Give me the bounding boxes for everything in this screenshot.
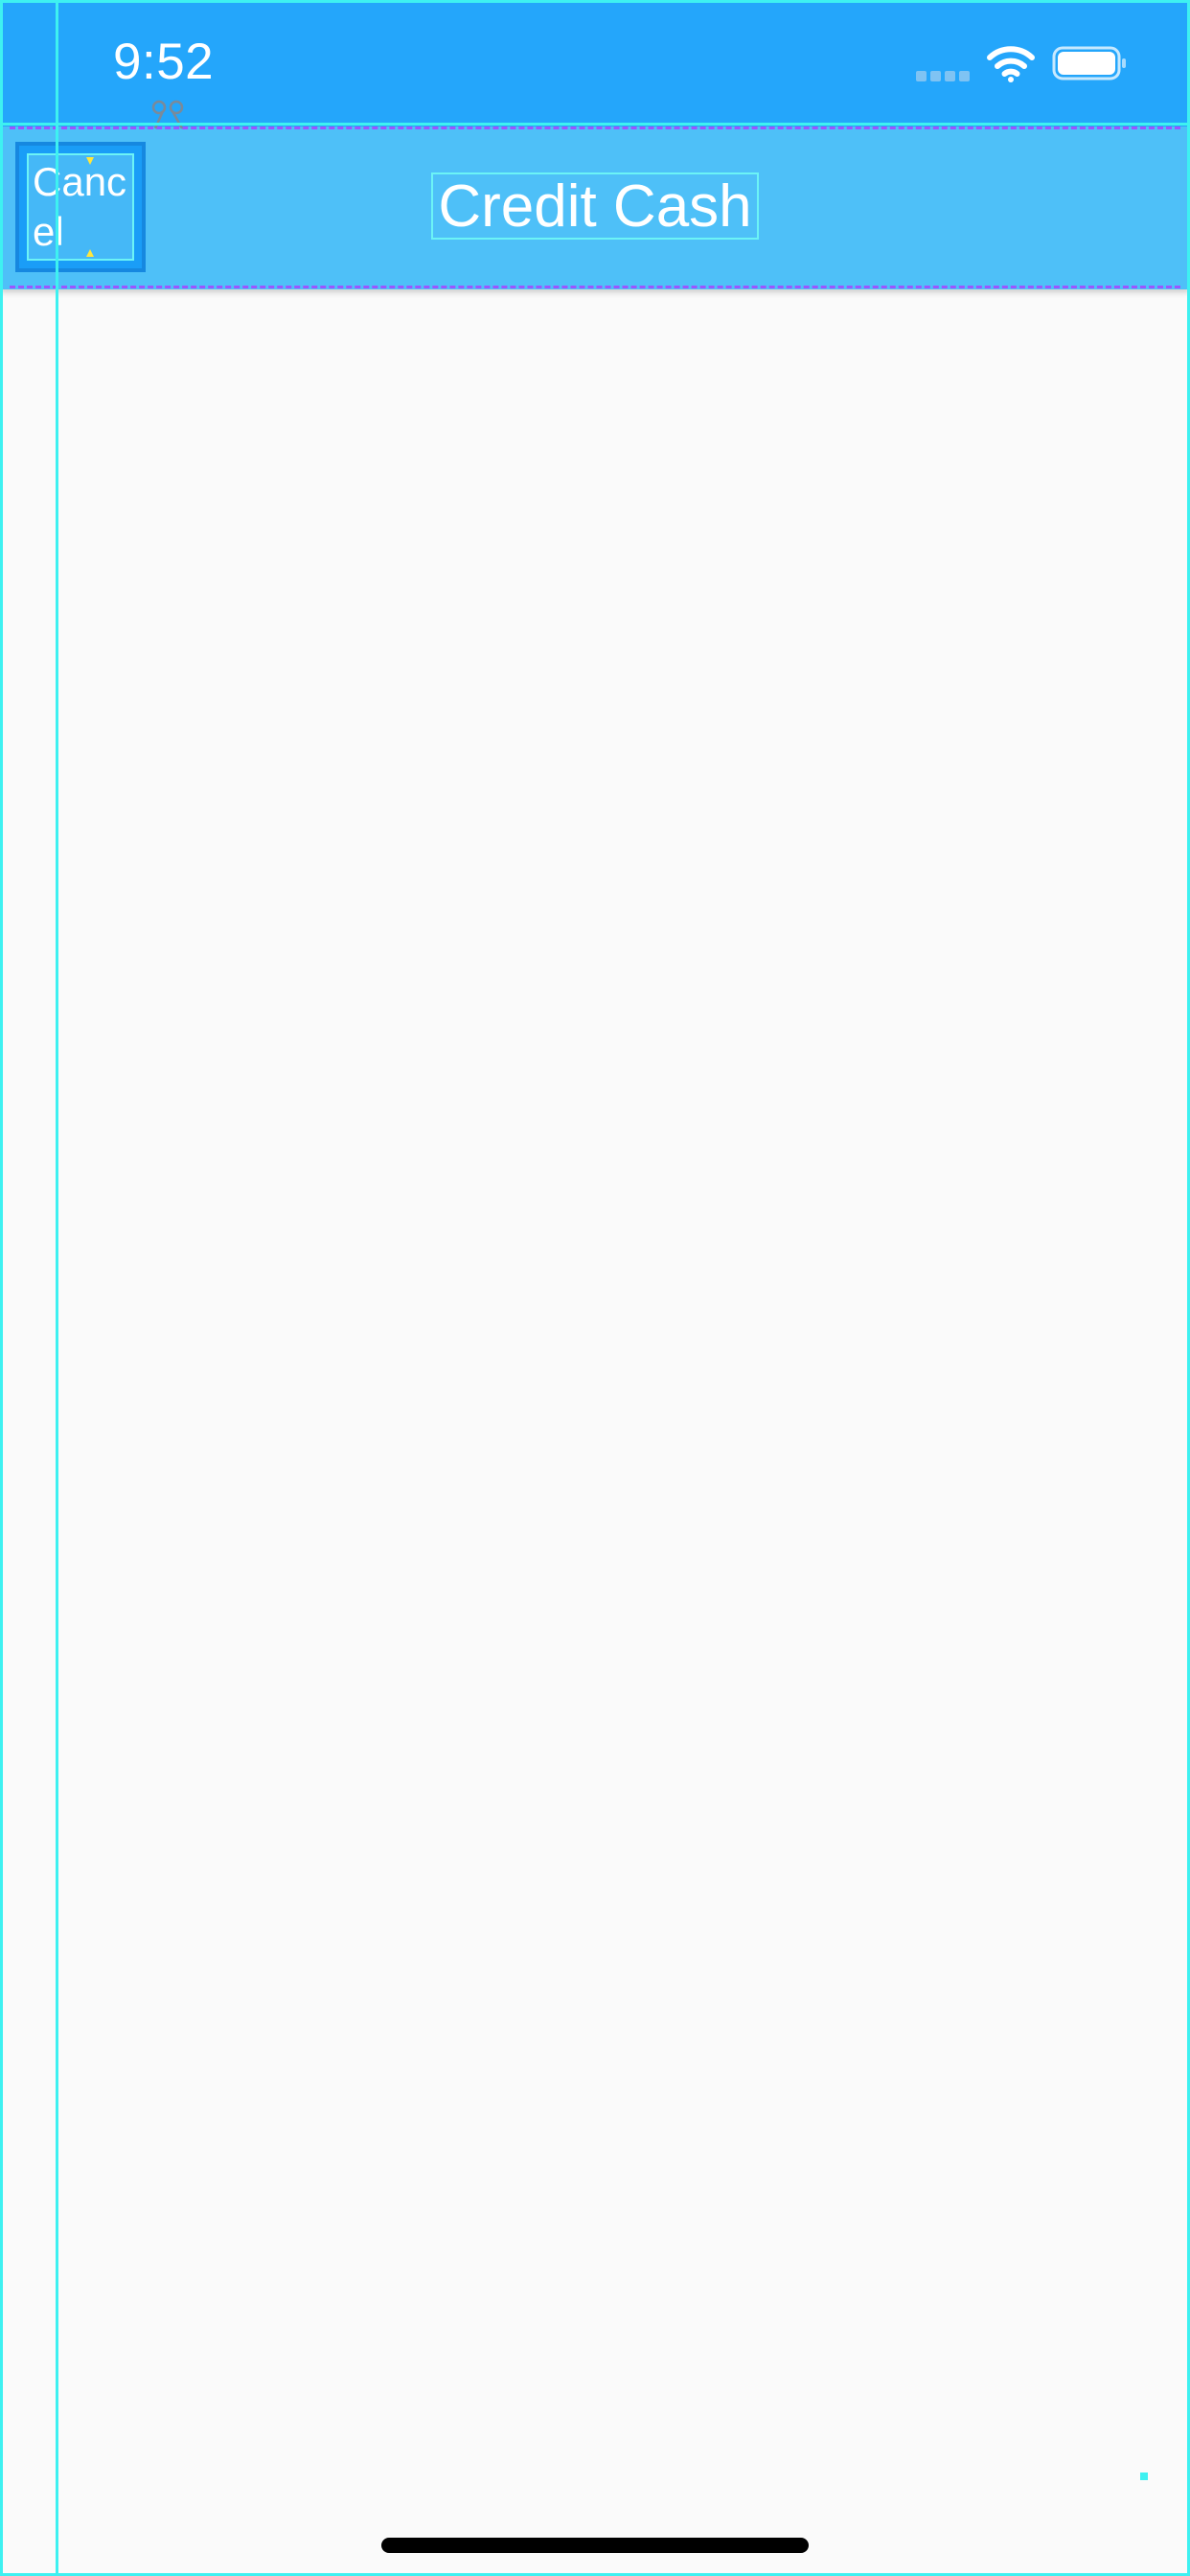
guide-marker-bottom [86, 249, 94, 257]
wifi-icon [987, 46, 1035, 82]
scissor-icon [151, 100, 184, 129]
app-screen: 9:52 Cancel Credit Cash [0, 0, 1190, 2576]
navigation-bar: Cancel Credit Cash [0, 126, 1190, 289]
guide-outline [0, 0, 1190, 2576]
guide-dot [1140, 2472, 1148, 2480]
guide-line-vertical [56, 0, 58, 2576]
cancel-button-inner: Cancel [27, 153, 134, 261]
battery-icon [1052, 46, 1126, 80]
status-time: 9:52 [113, 34, 215, 90]
nav-title-frame: Credit Cash [431, 172, 759, 240]
cancel-label: Cancel [33, 159, 127, 254]
page-title: Credit Cash [438, 173, 752, 240]
home-indicator[interactable] [381, 2538, 809, 2553]
nav-guide-bottom [10, 286, 1180, 288]
signal-dots-icon [916, 71, 970, 81]
cancel-button[interactable]: Cancel [15, 142, 146, 272]
